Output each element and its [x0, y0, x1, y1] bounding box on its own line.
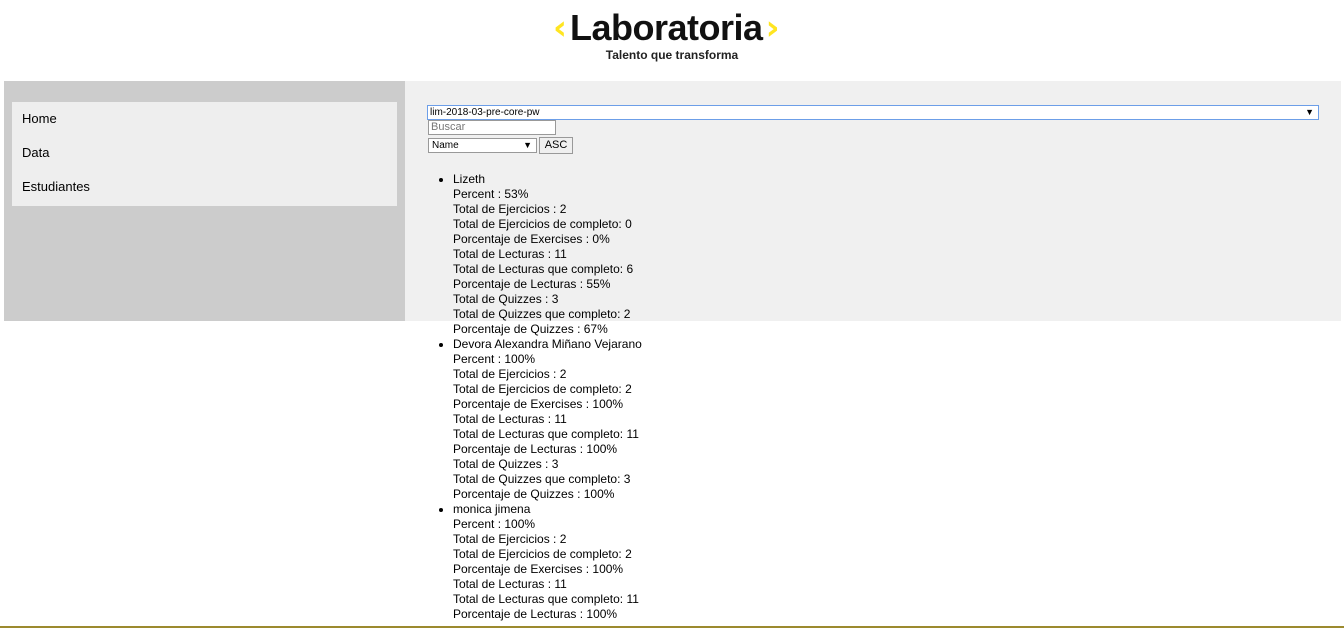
- sidebar-item-home[interactable]: Home: [12, 102, 397, 136]
- student-stat: Total de Lecturas : 11: [453, 247, 567, 261]
- student-stat: Porcentaje de Lecturas : 100%: [453, 607, 618, 621]
- student-stat: Total de Quizzes : 3: [453, 292, 559, 306]
- student-name: Devora Alexandra Miñano Vejarano: [453, 337, 642, 351]
- logo-bracket-left: ‹: [553, 8, 568, 48]
- student-item: Lizeth Percent : 53% Total de Ejercicios :…: [439, 172, 642, 337]
- student-stat: Total de Ejercicios : 2: [453, 202, 567, 216]
- student-stat: Total de Quizzes que completo: 3: [453, 472, 631, 486]
- student-item: monica jimena Percent : 100% Total de Ejer…: [439, 502, 642, 622]
- student-stat: Porcentaje de Quizzes : 100%: [453, 487, 615, 501]
- student-stat: Total de Quizzes : 3: [453, 457, 559, 471]
- logo-tagline: Talento que transforma: [605, 48, 739, 62]
- cohort-select-value: lim-2018-03-pre-core-pw: [430, 107, 540, 118]
- student-stat: Porcentaje de Lecturas : 55%: [453, 277, 611, 291]
- student-stat: Percent : 53%: [453, 187, 529, 201]
- sort-by-value: Name: [432, 140, 459, 151]
- student-stat: Percent : 100%: [453, 352, 536, 366]
- student-stat: Total de Quizzes que completo: 2: [453, 307, 631, 321]
- sidebar: Home Data Estudiantes: [4, 81, 405, 321]
- header: ‹ Laboratoria › Talento que transforma: [0, 0, 1344, 81]
- student-stat: Total de Lecturas : 11: [453, 577, 567, 591]
- dropdown-arrow-icon: ▼: [1305, 107, 1314, 117]
- student-stat: Porcentaje de Exercises : 100%: [453, 562, 624, 576]
- logo-wordmark: Laboratoria: [570, 7, 763, 48]
- sidebar-item-data[interactable]: Data: [12, 136, 397, 170]
- sort-order-button[interactable]: ASC: [539, 137, 573, 154]
- student-stat: Total de Lecturas que completo: 6: [453, 262, 634, 276]
- student-item: Devora Alexandra Miñano Vejarano Percent …: [439, 337, 642, 502]
- student-stat: Total de Lecturas : 11: [453, 412, 567, 426]
- student-stat: Total de Ejercicios : 2: [453, 367, 567, 381]
- student-stat: Total de Lecturas que completo: 11: [453, 427, 639, 441]
- student-stat: Total de Ejercicios : 2: [453, 532, 567, 546]
- page: ‹ Laboratoria › Talento que transforma H…: [0, 0, 1344, 628]
- student-stat: Porcentaje de Exercises : 0%: [453, 232, 610, 246]
- student-stat: Percent : 100%: [453, 517, 536, 531]
- student-stat: Total de Lecturas que completo: 11: [453, 592, 639, 606]
- student-list: Lizeth Percent : 53% Total de Ejercicios :…: [439, 172, 642, 622]
- student-name: monica jimena: [453, 502, 531, 516]
- sidebar-nav: Home Data Estudiantes: [12, 102, 397, 206]
- search-input[interactable]: Buscar: [428, 120, 556, 135]
- student-stat: Total de Ejercicios de completo: 2: [453, 547, 632, 561]
- student-stat: Total de Ejercicios de completo: 2: [453, 382, 632, 396]
- dropdown-arrow-icon: ▼: [523, 140, 532, 150]
- sort-by-select[interactable]: Name ▼: [428, 138, 537, 153]
- sidebar-item-estudiantes[interactable]: Estudiantes: [12, 170, 397, 204]
- student-name: Lizeth: [453, 172, 486, 186]
- student-stat: Porcentaje de Quizzes : 67%: [453, 322, 608, 336]
- cohort-select[interactable]: lim-2018-03-pre-core-pw ▼: [427, 105, 1319, 120]
- laboratoria-logo[interactable]: ‹ Laboratoria ›: [553, 7, 780, 49]
- student-stat: Porcentaje de Exercises : 100%: [453, 397, 624, 411]
- student-stat: Total de Ejercicios de completo: 0: [453, 217, 632, 231]
- student-stat: Porcentaje de Lecturas : 100%: [453, 442, 618, 456]
- search-placeholder: Buscar: [431, 121, 466, 133]
- logo-bracket-right: ›: [765, 8, 780, 48]
